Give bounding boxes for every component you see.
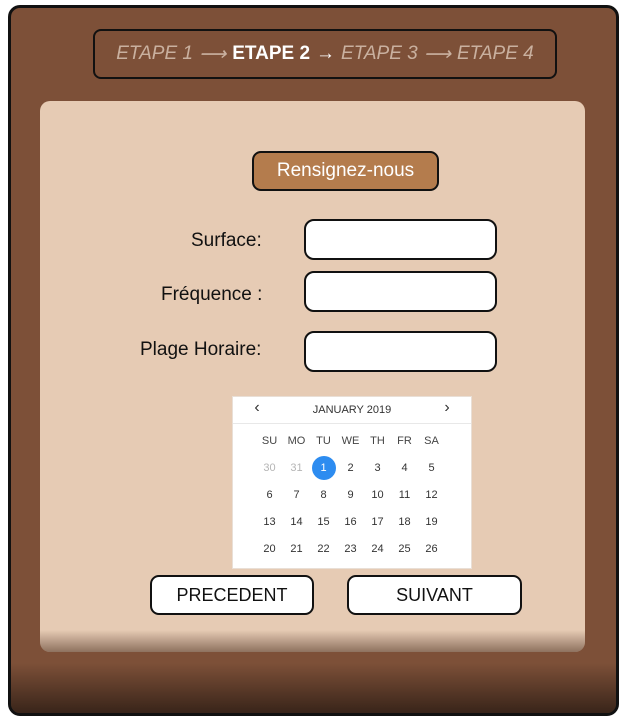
calendar-day[interactable]: 5 — [418, 462, 445, 474]
calendar-day-number: 6 — [266, 488, 273, 501]
calendar-day[interactable]: 8 — [310, 489, 337, 501]
weekday-label: FR — [397, 434, 412, 447]
calendar-day[interactable]: 10 — [364, 489, 391, 501]
calendar-day-number: 15 — [317, 515, 330, 528]
calendar-day-number: 7 — [293, 488, 300, 501]
weekday-label: WE — [341, 434, 360, 447]
step-2-label: ETAPE 2 — [232, 43, 311, 64]
calendar-day-number: 18 — [398, 515, 411, 528]
calendar-day[interactable]: 7 — [283, 489, 310, 501]
calendar-day-number: 30 — [263, 461, 276, 474]
calendar-day-number: 9 — [347, 488, 354, 501]
calendar-day[interactable]: 30 — [256, 462, 283, 474]
calendar-day-number: 11 — [398, 488, 411, 501]
calendar-day[interactable]: 9 — [337, 489, 364, 501]
calendar-day[interactable]: 16 — [337, 516, 364, 528]
calendar-week-row: 20 21 22 23 24 25 26 — [256, 535, 445, 562]
weekday-label: SA — [424, 434, 439, 447]
calendar-day[interactable]: 24 — [364, 543, 391, 555]
step-1-label: ETAPE 1 — [116, 43, 193, 64]
calendar-day-number: 19 — [425, 515, 438, 528]
calendar-day-number: 3 — [374, 461, 381, 474]
step-3-label: ETAPE 3 — [341, 43, 418, 64]
calendar-day[interactable]: 12 — [418, 489, 445, 501]
calendar-grid: SU MO TU WE TH FR SA 30 31 1 2 3 4 5 6 7 8 9 10 11 12 13 14 15 1… — [256, 427, 445, 562]
calendar-day[interactable]: 3 — [364, 462, 391, 474]
calendar-day[interactable]: 15 — [310, 516, 337, 528]
calendar-day-number: 25 — [398, 542, 411, 555]
calendar-day[interactable]: 14 — [283, 516, 310, 528]
frequence-label: Fréquence : — [161, 284, 263, 305]
frame-bottom-shadow — [11, 663, 616, 713]
surface-label: Surface: — [191, 230, 262, 251]
calendar-day-number: 16 — [344, 515, 357, 528]
calendar-day[interactable]: 20 — [256, 543, 283, 555]
calendar-day[interactable]: 21 — [283, 543, 310, 555]
calendar-day-number: 31 — [290, 461, 303, 474]
calendar-day-number: 1 — [311, 455, 336, 480]
calendar-day[interactable]: 31 — [283, 462, 310, 474]
calendar-day-number: 23 — [344, 542, 357, 555]
calendar-day-number: 17 — [371, 515, 384, 528]
suivant-button[interactable]: SUIVANT — [347, 575, 522, 615]
plage-horaire-label: Plage Horaire: — [140, 339, 262, 360]
calendar-header: ‹ JANUARY 2019 › — [233, 397, 471, 424]
calendar-day-number: 21 — [290, 542, 303, 555]
form-panel: Rensignez-nous Surface: Fréquence : Plag… — [40, 101, 585, 652]
step-arrow-icon: ⟶ — [423, 43, 451, 65]
calendar-day[interactable]: 13 — [256, 516, 283, 528]
calendar-day-number: 12 — [425, 488, 438, 501]
surface-input[interactable] — [304, 219, 497, 260]
calendar-day[interactable]: 4 — [391, 462, 418, 474]
calendar-week-row: 6 7 8 9 10 11 12 — [256, 481, 445, 508]
weekday-header-row: SU MO TU WE TH FR SA — [256, 427, 445, 454]
calendar-day-number: 20 — [263, 542, 276, 555]
calendar-day[interactable]: 17 — [364, 516, 391, 528]
calendar-week-row: 30 31 1 2 3 4 5 — [256, 454, 445, 481]
calendar-day[interactable]: 26 — [418, 543, 445, 555]
weekday-label: SU — [261, 434, 278, 447]
calendar-day-number: 5 — [428, 461, 435, 474]
calendar-day[interactable]: 25 — [391, 543, 418, 555]
precedent-button[interactable]: PRECEDENT — [150, 575, 314, 615]
step-4-label: ETAPE 4 — [457, 43, 534, 64]
weekday-label: TU — [316, 434, 331, 447]
calendar-day-number: 14 — [290, 515, 303, 528]
info-header-button[interactable]: Rensignez-nous — [252, 151, 439, 191]
chevron-right-icon[interactable]: › — [437, 399, 457, 417]
app-frame: ETAPE 1 ⟶ ETAPE 2 → ETAPE 3 ⟶ ETAPE 4 Re… — [8, 5, 619, 716]
step-progress-bar: ETAPE 1 ⟶ ETAPE 2 → ETAPE 3 ⟶ ETAPE 4 — [93, 29, 557, 79]
weekday-label: TH — [370, 434, 385, 447]
calendar-day-number: 22 — [317, 542, 330, 555]
calendar-day[interactable]: 2 — [337, 462, 364, 474]
calendar-day-number: 4 — [401, 461, 408, 474]
calendar-month-label: JANUARY 2019 — [312, 404, 392, 416]
calendar-week-row: 13 14 15 16 17 18 19 — [256, 508, 445, 535]
calendar-day[interactable]: 11 — [391, 489, 418, 501]
calendar-day-number: 2 — [347, 461, 354, 474]
panel-bottom-shadow — [40, 630, 585, 652]
plage-horaire-input[interactable] — [304, 331, 497, 372]
calendar-day[interactable]: 19 — [418, 516, 445, 528]
weekday-label: MO — [287, 434, 306, 447]
frequence-input[interactable] — [304, 271, 497, 312]
step-arrow-active-icon: → — [316, 43, 336, 64]
calendar-day-number: 8 — [320, 488, 327, 501]
calendar-day-number: 26 — [425, 542, 438, 555]
date-picker-calendar: ‹ JANUARY 2019 › SU MO TU WE TH FR SA 30 31 1 2 3 4 5… — [233, 397, 471, 568]
calendar-day-number: 24 — [371, 542, 384, 555]
calendar-day-selected[interactable]: 1 — [310, 455, 337, 480]
calendar-day-number: 10 — [371, 488, 384, 501]
calendar-day[interactable]: 18 — [391, 516, 418, 528]
step-arrow-icon: ⟶ — [198, 43, 227, 65]
calendar-day-number: 13 — [263, 515, 276, 528]
calendar-day[interactable]: 6 — [256, 489, 283, 501]
calendar-day[interactable]: 22 — [310, 543, 337, 555]
calendar-day[interactable]: 23 — [337, 543, 364, 555]
